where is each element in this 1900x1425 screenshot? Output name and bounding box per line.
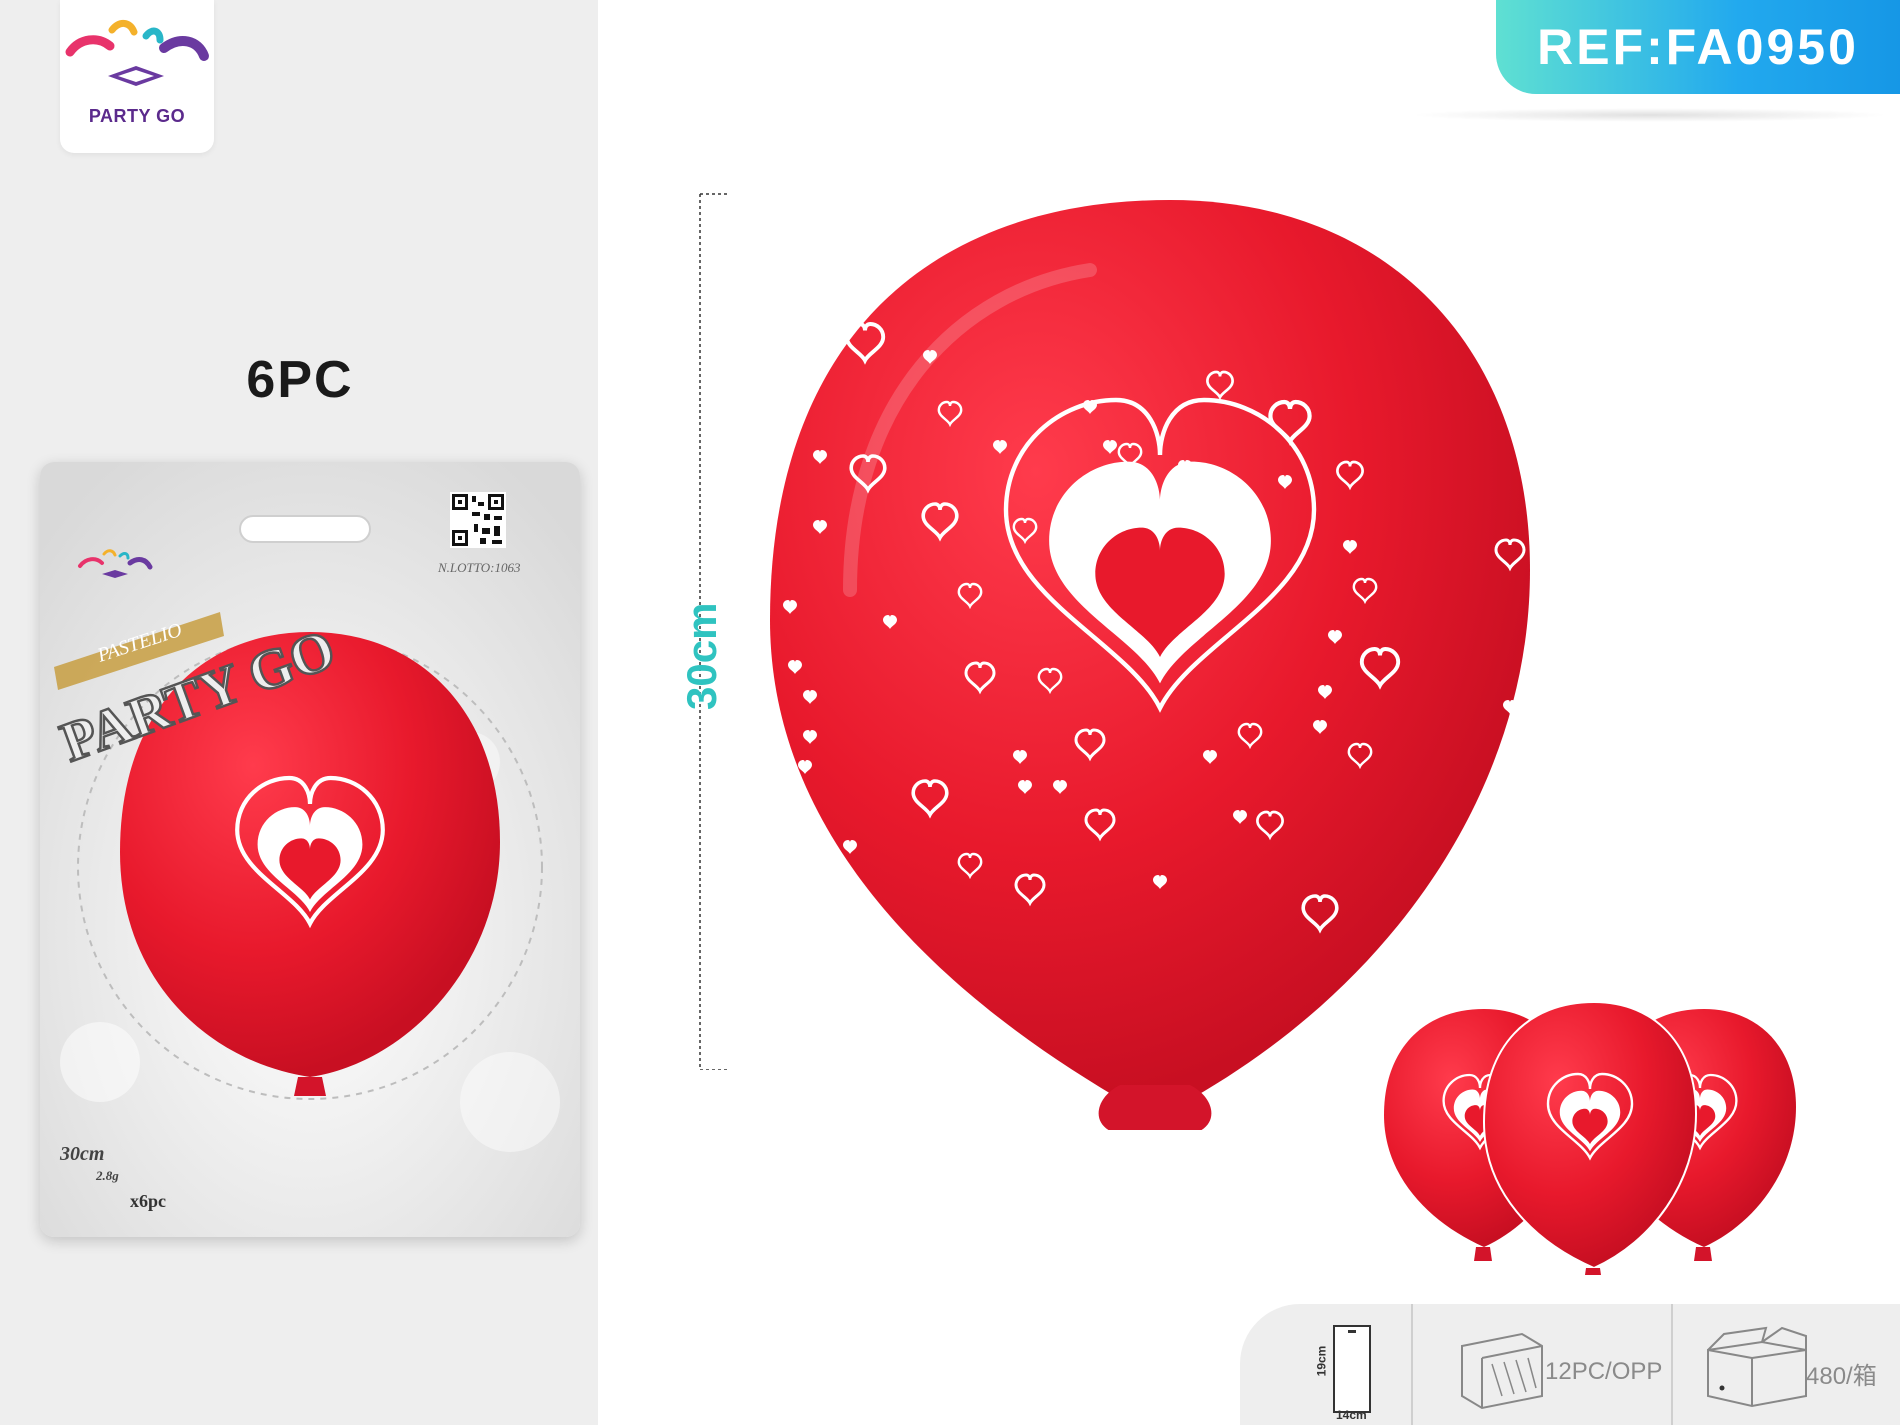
package-quantity: x6pc [130,1191,166,1211]
reference-code: REF:FA0950 [1537,19,1859,75]
blister-card-icon [1333,1325,1371,1413]
dimension-label: 30cm [678,602,725,710]
badge-shadow [1410,108,1890,122]
package-size: 30cm [59,1143,104,1165]
brand-logo: PARTY GO [60,0,214,153]
reference-badge: REF:FA0950 [1496,0,1900,94]
confetti-logo-icon [65,20,209,86]
package-artwork: 30cm 2.8g x6pc N.LOTTO:1063 PASTELIO PAR… [40,462,580,1237]
piece-count-label: 6PC [246,351,354,409]
package-lot-number: N.LOTTO:1063 [437,560,521,575]
balloon-knot [1098,1085,1212,1130]
brand-name: PARTY GO [88,106,186,126]
balloon-group-image [1384,1000,1796,1275]
hang-hole [239,515,371,543]
package-weight: 2.8g [95,1168,119,1183]
carton-box-icon [1707,1326,1807,1408]
card-width: 14cm [1336,1408,1367,1422]
product-package: 30cm 2.8g x6pc N.LOTTO:1063 PASTELIO PAR… [40,462,580,1237]
carton-quantity: 480/箱 [1806,1363,1877,1390]
card-height: 19cm [1314,1345,1329,1377]
inner-pack-quantity: 12PC/OPP [1545,1358,1663,1385]
packaging-info-bar: 19cm 14cm 12PC/OPP 480/箱 [1240,1304,1900,1425]
left-panel: PARTY GO 6PC 30cm 2.8g x6pc N.LOTTO:1063… [0,0,598,1425]
display-box-icon [1461,1332,1543,1410]
main-balloon-image [760,180,1530,1130]
